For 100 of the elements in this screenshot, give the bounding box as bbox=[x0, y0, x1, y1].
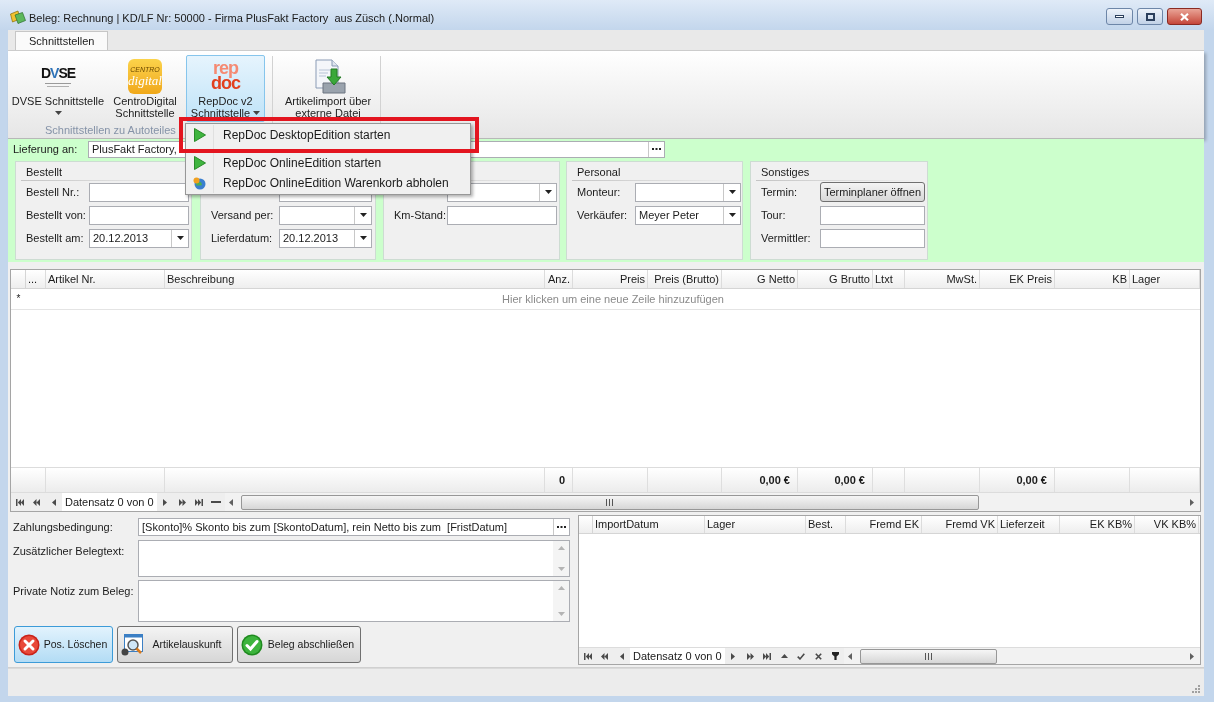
field-label: Verkäufer: bbox=[577, 208, 628, 221]
first-record-icon[interactable] bbox=[583, 652, 592, 660]
field-label: Tour: bbox=[761, 208, 786, 221]
last-record-icon[interactable] bbox=[195, 498, 204, 506]
dropdown-arrow-icon[interactable] bbox=[728, 190, 736, 194]
minus-icon[interactable] bbox=[211, 501, 222, 503]
column-header[interactable]: EK Preis bbox=[980, 270, 1055, 288]
total-value: 0,00 € bbox=[1016, 472, 1047, 488]
combo-box[interactable]: 20.12.2013 bbox=[279, 228, 372, 248]
cross-icon[interactable] bbox=[814, 652, 822, 660]
right-arrow-icon[interactable] bbox=[163, 498, 168, 506]
menu-item[interactable]: RepDoc DesktopEdition starten bbox=[186, 124, 470, 146]
field-label: Bestellt von: bbox=[26, 208, 86, 221]
scroll-left-icon[interactable] bbox=[847, 652, 852, 660]
column-header[interactable]: Preis (Brutto) bbox=[648, 270, 722, 288]
column-header[interactable]: Lager bbox=[1130, 270, 1200, 288]
total-value: 0,00 € bbox=[759, 472, 790, 488]
dropdown-arrow-icon[interactable] bbox=[176, 236, 184, 240]
dropdown-arrow-icon[interactable] bbox=[728, 213, 736, 217]
field-label: Lieferdatum: bbox=[211, 231, 273, 244]
play-icon bbox=[193, 128, 206, 142]
dropdown-arrow-icon[interactable] bbox=[544, 190, 552, 194]
text-field[interactable] bbox=[447, 205, 557, 225]
column-header[interactable]: G Brutto bbox=[798, 270, 873, 288]
double-left-arrow-icon[interactable] bbox=[601, 652, 608, 660]
ribbon-button[interactable]: rep doc RepDoc v2 Schnittstelle bbox=[186, 55, 265, 122]
resize-grip-icon[interactable] bbox=[1192, 685, 1200, 693]
column-header[interactable]: Lieferzeit bbox=[998, 516, 1060, 533]
close-button[interactable] bbox=[1167, 8, 1202, 25]
double-right-arrow-icon[interactable] bbox=[178, 498, 186, 506]
minimize-button[interactable] bbox=[1106, 8, 1133, 25]
scrollbar-thumb[interactable] bbox=[859, 648, 997, 664]
text-field[interactable]: [Skonto]% Skonto bis zum [SkontoDatum], rein Netto bis zum [FristDatum] bbox=[138, 518, 570, 536]
group-label: Schnittstellen zu Autoteiles bbox=[45, 124, 176, 137]
column-header[interactable]: Beschreibung bbox=[165, 270, 545, 288]
scheduler-button[interactable]: Terminplaner öffnen bbox=[820, 182, 925, 202]
tab[interactable]: Schnittstellen bbox=[15, 31, 109, 50]
column-header[interactable]: G Netto bbox=[722, 270, 798, 288]
field-label: Vermittler: bbox=[761, 231, 811, 244]
column-header[interactable]: KB bbox=[1055, 270, 1130, 288]
article-info-button[interactable]: Artikelauskunft bbox=[117, 626, 233, 663]
new-row-hint[interactable]: Hier klicken um eine neue Zeile hinzuzufügen bbox=[502, 290, 724, 308]
combo-box[interactable]: Meyer Peter bbox=[635, 205, 741, 225]
column-header[interactable]: MwSt. bbox=[905, 270, 980, 288]
delete-button[interactable]: Pos. Löschen bbox=[14, 626, 113, 663]
text-field[interactable] bbox=[820, 228, 925, 248]
left-arrow-icon[interactable] bbox=[619, 652, 624, 660]
maximize-button[interactable] bbox=[1137, 8, 1163, 25]
row-marker: * bbox=[16, 294, 21, 304]
filter-icon[interactable] bbox=[831, 652, 839, 660]
column-header[interactable]: Fremd EK bbox=[846, 516, 922, 533]
text-field[interactable] bbox=[89, 205, 189, 225]
left-arrow-icon[interactable] bbox=[51, 498, 56, 506]
dropdown-arrow-icon[interactable] bbox=[359, 213, 367, 217]
right-arrow-icon[interactable] bbox=[731, 652, 736, 660]
menu-item[interactable]: RepDoc OnlineEdition Warenkorb abholen bbox=[186, 172, 470, 194]
dropdown-arrow-icon[interactable] bbox=[359, 236, 367, 240]
scroll-right-icon[interactable] bbox=[1190, 652, 1194, 660]
browse-button[interactable] bbox=[648, 141, 664, 157]
ribbon-button[interactable]: Artikelimport über externe Datei bbox=[278, 55, 378, 122]
double-right-arrow-icon[interactable] bbox=[746, 652, 754, 660]
grip-icon bbox=[606, 498, 614, 506]
globe-icon bbox=[193, 176, 206, 190]
group-title: Sonstiges bbox=[761, 165, 810, 179]
ribbon-button[interactable]: DVSE DVSE Schnittstelle bbox=[12, 55, 104, 122]
x-circle-icon bbox=[18, 633, 40, 656]
last-record-icon[interactable] bbox=[763, 652, 772, 660]
field-label: Km-Stand: bbox=[394, 208, 446, 221]
total-value: 0 bbox=[558, 472, 565, 488]
browse-button[interactable] bbox=[553, 519, 569, 535]
column-header[interactable]: ImportDatum bbox=[593, 516, 705, 533]
column-header[interactable]: Lager bbox=[705, 516, 806, 533]
column-header[interactable]: Preis bbox=[573, 270, 648, 288]
column-header[interactable]: Anz. bbox=[545, 270, 573, 288]
checkmark-icon[interactable] bbox=[797, 652, 806, 660]
play-icon bbox=[193, 156, 206, 170]
scroll-right-icon[interactable] bbox=[1190, 498, 1194, 506]
column-header[interactable]: Fremd VK bbox=[922, 516, 998, 533]
column-header[interactable]: Artikel Nr. bbox=[46, 270, 165, 288]
documents-icon bbox=[10, 10, 26, 24]
scroll-left-icon[interactable] bbox=[228, 498, 233, 506]
up-arrow-icon[interactable] bbox=[780, 654, 788, 658]
double-left-arrow-icon[interactable] bbox=[33, 498, 40, 506]
group-title: Personal bbox=[577, 165, 621, 179]
column-header[interactable]: EK KB% bbox=[1060, 516, 1135, 533]
repdoc-logo: rep doc bbox=[211, 61, 240, 91]
first-record-icon[interactable] bbox=[15, 498, 24, 506]
column-header[interactable]: VK KB% bbox=[1135, 516, 1199, 533]
combo-box[interactable]: 20.12.2013 bbox=[89, 228, 189, 248]
column-header[interactable]: ... bbox=[26, 270, 46, 288]
column-header[interactable]: Best. bbox=[806, 516, 846, 533]
text-field[interactable] bbox=[89, 182, 189, 202]
dvse-logo: DVSE bbox=[40, 65, 76, 87]
menu-item[interactable]: RepDoc OnlineEdition starten bbox=[186, 154, 470, 172]
scrollbar-thumb[interactable] bbox=[240, 494, 979, 510]
magnifier-icon bbox=[121, 633, 143, 656]
text-field[interactable] bbox=[820, 205, 925, 225]
finish-button[interactable]: Beleg abschließen bbox=[237, 626, 361, 663]
column-header[interactable]: Ltxt bbox=[873, 270, 905, 288]
field-label: Bestell Nr.: bbox=[26, 185, 80, 198]
